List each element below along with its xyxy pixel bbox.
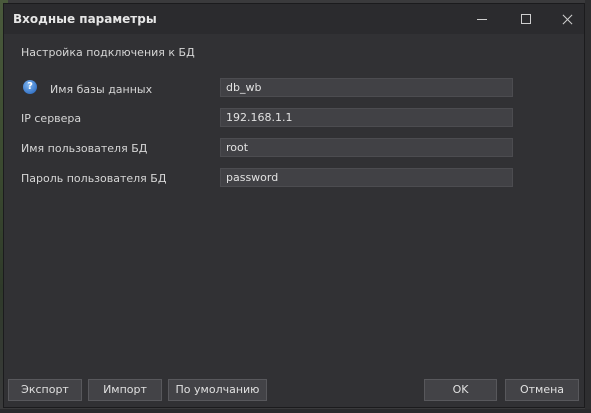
minimize-button[interactable]: [459, 4, 505, 34]
close-icon: [562, 14, 573, 25]
db-password-label: Пароль пользователя БД: [21, 172, 167, 185]
window-title: Входные параметры: [13, 12, 157, 26]
db-user-label: Имя пользователя БД: [21, 142, 148, 155]
server-ip-field[interactable]: [220, 108, 513, 127]
server-ip-label: IP сервера: [21, 112, 82, 125]
input-parameters-dialog: Входные параметры Настройка подключения …: [3, 3, 585, 408]
cancel-button[interactable]: Отмена: [505, 379, 579, 401]
section-title: Настройка подключения к БД: [21, 46, 195, 59]
db-password-field[interactable]: [220, 168, 513, 187]
desktop-background-right: [585, 0, 591, 413]
ok-button[interactable]: OK: [424, 379, 497, 401]
title-bar[interactable]: Входные параметры: [4, 4, 584, 34]
minimize-icon: [477, 18, 487, 20]
maximize-button[interactable]: [503, 4, 549, 34]
export-button[interactable]: Экспорт: [8, 379, 82, 401]
import-button[interactable]: Импорт: [88, 379, 162, 401]
default-button[interactable]: По умолчанию: [168, 379, 267, 401]
maximize-icon: [521, 14, 531, 24]
db-name-label: Имя базы данных: [50, 83, 153, 96]
db-user-field[interactable]: [220, 138, 513, 157]
db-name-field[interactable]: [220, 78, 513, 97]
desktop-background-bottom: [0, 409, 591, 413]
close-button[interactable]: [544, 4, 590, 34]
question-mark-icon[interactable]: ?: [23, 80, 37, 94]
